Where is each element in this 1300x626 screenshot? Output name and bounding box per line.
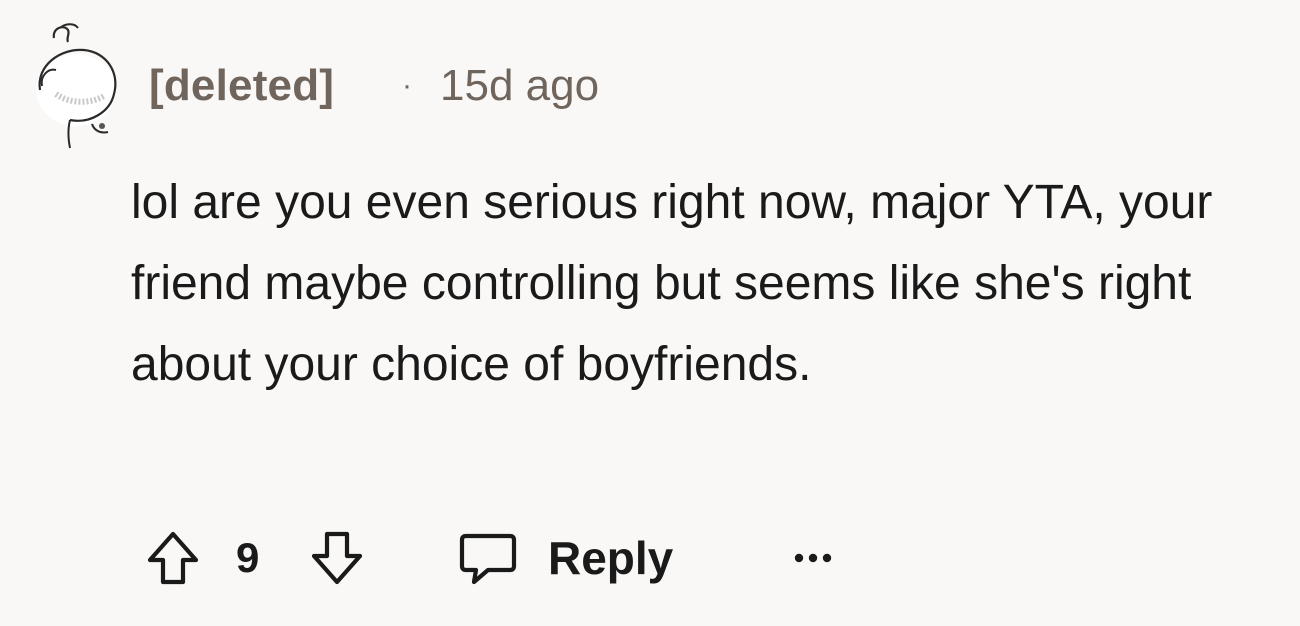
upvote-button[interactable] — [142, 522, 204, 594]
snoo-avatar-icon — [36, 23, 117, 149]
speech-bubble-icon — [459, 533, 517, 585]
author-username[interactable]: [deleted] — [149, 58, 334, 114]
reply-button[interactable]: Reply — [458, 522, 673, 594]
more-options-button[interactable] — [786, 522, 840, 594]
comment: [deleted] · 15d ago lol are you even ser… — [0, 0, 1300, 626]
reply-label: Reply — [548, 532, 674, 584]
comment-body: lol are you even serious right now, majo… — [131, 176, 1213, 391]
meta-separator: · — [402, 69, 412, 102]
vote-score: 9 — [236, 534, 260, 581]
upvote-arrow-icon — [147, 531, 199, 585]
comment-timestamp[interactable]: 15d ago — [440, 58, 599, 114]
snoo-avatar[interactable] — [30, 20, 120, 150]
comment-action-bar: 9 Reply — [142, 522, 862, 594]
more-options-icon — [794, 553, 832, 563]
downvote-arrow-icon — [311, 531, 363, 585]
downvote-button[interactable] — [306, 522, 368, 594]
